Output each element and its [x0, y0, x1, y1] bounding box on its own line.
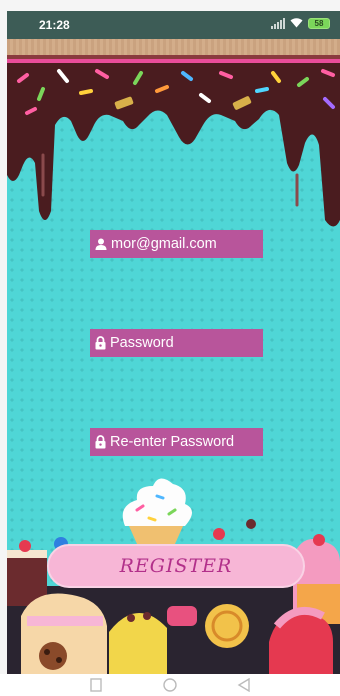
- chocolate-drip-decoration: [7, 55, 340, 227]
- lock-icon: [95, 336, 106, 350]
- password-input[interactable]: [110, 335, 250, 351]
- lock-icon: [95, 435, 106, 449]
- back-triangle-icon[interactable]: [236, 678, 252, 692]
- signal-icon: [271, 18, 285, 29]
- re-enter-password-input[interactable]: [110, 434, 250, 450]
- battery-icon: 58: [308, 18, 330, 29]
- app-screen: 21:28 58 mor@gmail.com REGISTER: [7, 11, 340, 674]
- user-icon: [95, 238, 107, 250]
- system-nav-bar: [0, 674, 340, 696]
- home-circle-icon[interactable]: [162, 678, 178, 692]
- wifi-icon: [290, 17, 303, 30]
- register-button[interactable]: REGISTER: [47, 544, 305, 588]
- recents-square-icon[interactable]: [88, 678, 104, 692]
- status-icons: 58: [271, 17, 330, 30]
- status-bar: 21:28 58: [7, 11, 340, 39]
- re-enter-password-field[interactable]: [90, 428, 263, 456]
- email-field[interactable]: mor@gmail.com: [90, 230, 263, 258]
- email-value: mor@gmail.com: [111, 236, 217, 252]
- status-time: 21:28: [39, 18, 70, 32]
- password-field[interactable]: [90, 329, 263, 357]
